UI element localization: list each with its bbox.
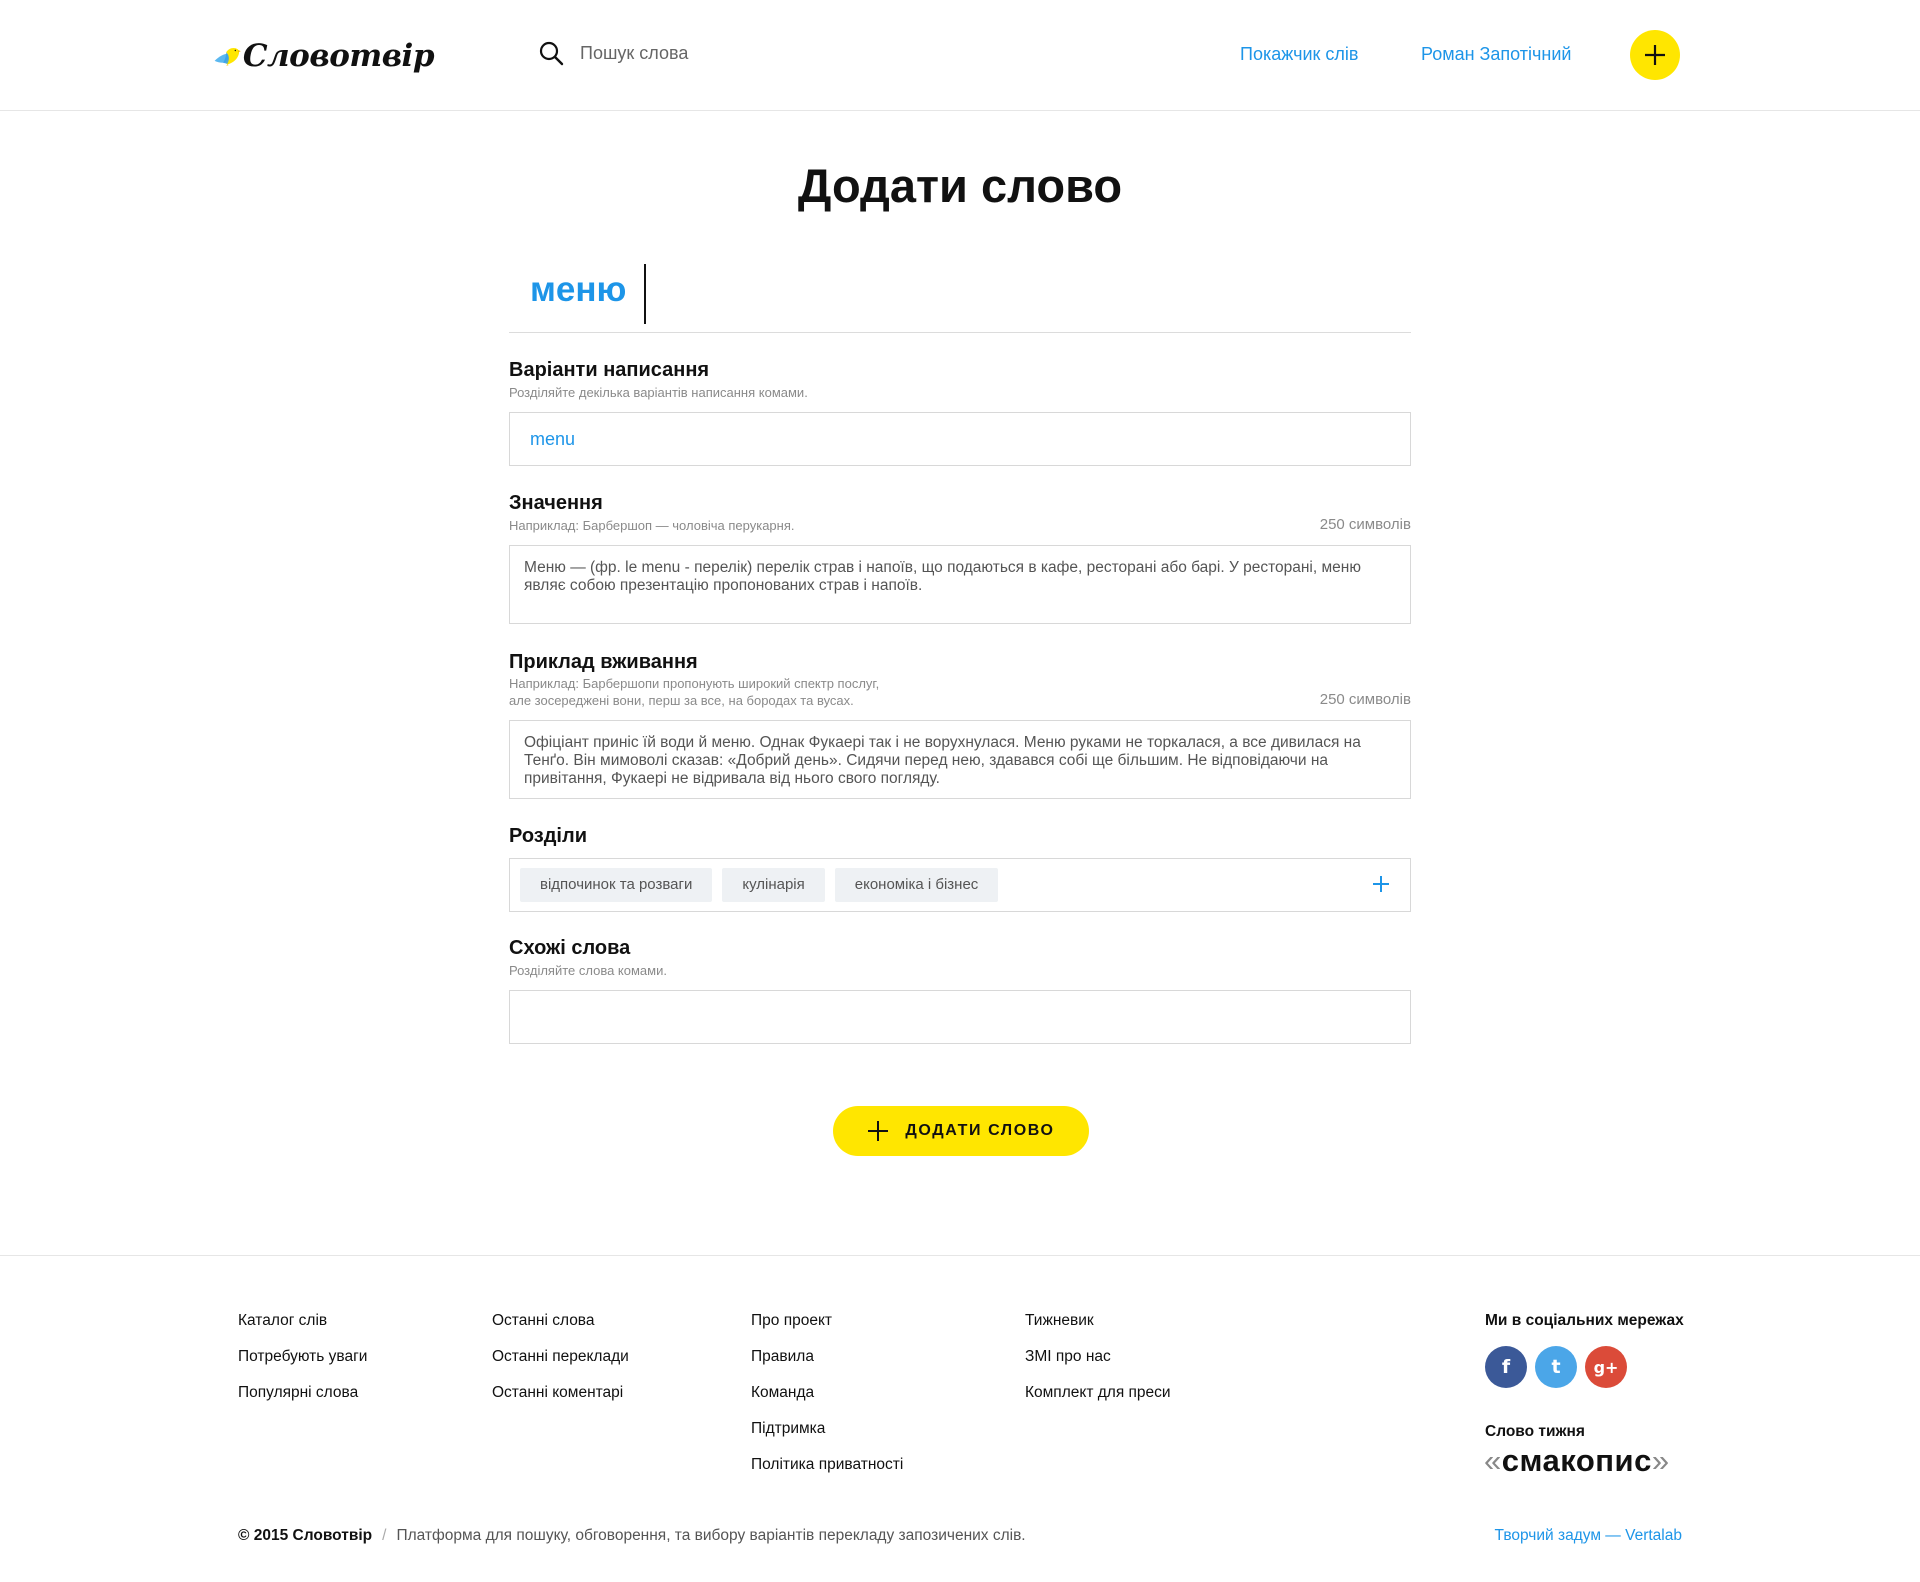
nav-word-index[interactable]: Покажчик слів [1240,44,1358,65]
page-title: Додати слово [797,159,1123,212]
search-input[interactable] [580,42,880,64]
tag-item[interactable]: відпочинок та розваги [520,868,713,902]
word-input[interactable]: меню [509,262,1411,333]
footer-copyright: © 2015 Словотвір / Платформа для пошуку, о… [238,1527,1026,1544]
spelling-input[interactable] [510,413,1410,465]
footer-col-about: Про проект Правила Команда Підтримка Пол… [751,1312,903,1492]
social-title: Ми в соціальних мережах [1485,1312,1684,1329]
footer-link[interactable]: Команда [751,1384,903,1420]
similar-hint: Розділяйте слова комами. [509,963,667,978]
tag-list: відпочинок та розваги кулінарія економік… [510,859,1410,911]
example-label: Приклад вживання [509,651,698,673]
footer-col-press: Тижневик ЗМІ про нас Комплект для преси [1025,1312,1171,1420]
example-hint-line2: але зосереджені вони, перш за все, на бо… [509,693,854,708]
similar-input[interactable] [510,991,1410,1043]
add-word-button[interactable] [1630,30,1680,80]
site-logo[interactable]: Словотвір [214,24,435,88]
similar-label: Схожі слова [509,937,631,959]
logo-text: Словотвір [242,38,435,74]
word-of-week-title: Слово тижня [1485,1423,1585,1440]
facebook-icon[interactable]: f [1485,1346,1527,1388]
add-tag-plus-icon[interactable] [1370,873,1392,895]
similar-field[interactable] [509,990,1411,1044]
copyright-text: © 2015 Словотвір [238,1527,373,1544]
word-of-week: смакопис [1501,1443,1652,1478]
footer-link[interactable]: Останні слова [492,1312,629,1348]
word-of-week-link[interactable]: «смакопис» [1484,1443,1670,1479]
example-text: Офіціант приніс їй води й меню. Однак Фу… [524,734,1361,787]
footer-link[interactable]: Тижневик [1025,1312,1171,1348]
footer-link[interactable]: Останні переклади [492,1348,629,1384]
example-counter: 250 символів [1319,691,1411,708]
spelling-label: Варіанти написання [509,359,710,381]
sections-label: Розділи [509,825,587,847]
plus-icon [868,1121,889,1141]
submit-label: ДОДАТИ СЛОВО [905,1122,1055,1139]
tagline: Платформа для пошуку, обговорення, та ви… [396,1527,1026,1544]
tag-item[interactable]: кулінарія [722,868,825,902]
search-bar [538,40,880,66]
footer-link[interactable]: Каталог слів [238,1312,367,1348]
tag-item[interactable]: економіка і бізнес [834,868,999,902]
footer-col-catalog: Каталог слів Потребують уваги Популярні … [238,1312,367,1420]
spelling-hint: Розділяйте декілька варіантів написання … [509,385,808,400]
bird-logo-icon [214,48,241,66]
meaning-counter: 250 символів [1319,516,1411,533]
spelling-field[interactable] [509,412,1411,466]
footer-col-recent: Останні слова Останні переклади Останні … [492,1312,629,1420]
footer-link[interactable]: Потребують уваги [238,1348,367,1384]
sections-field[interactable]: відпочинок та розваги кулінарія економік… [509,858,1411,912]
meaning-field[interactable]: Меню — (фр. le menu - перелік) перелік с… [509,545,1411,624]
footer-link[interactable]: Підтримка [751,1420,903,1456]
footer-link[interactable]: Про проект [751,1312,903,1348]
footer-link[interactable]: Популярні слова [238,1384,367,1420]
example-hint-line1: Наприклад: Барбершопи пропонують широкий… [509,676,880,691]
credit-link[interactable]: Творчий задум — Vertalab [1495,1527,1682,1545]
submit-add-word-button[interactable]: ДОДАТИ СЛОВО [833,1106,1089,1156]
plus-icon [1645,45,1665,65]
text-caret [644,264,646,324]
meaning-label: Значення [509,492,603,514]
footer-link[interactable]: ЗМІ про нас [1025,1348,1171,1384]
example-field[interactable]: Офіціант приніс їй води й меню. Однак Фу… [509,720,1411,799]
footer-divider [0,1255,1920,1256]
word-value: меню [530,270,627,309]
site-header: Словотвір Покажчик слів Роман Запотічний [0,0,1920,111]
google-plus-icon[interactable]: g+ [1585,1346,1627,1388]
nav-user-profile[interactable]: Роман Запотічний [1421,44,1571,65]
footer-link[interactable]: Комплект для преси [1025,1384,1171,1420]
meaning-text: Меню — (фр. le menu - перелік) перелік с… [524,559,1361,594]
footer-link[interactable]: Останні коментарі [492,1384,629,1420]
footer-link[interactable]: Політика приватності [751,1456,903,1492]
twitter-icon[interactable]: t [1535,1346,1577,1388]
meaning-hint: Наприклад: Барбершоп — чоловіча перукарн… [509,518,795,533]
footer-link[interactable]: Правила [751,1348,903,1384]
search-icon[interactable] [538,40,564,66]
